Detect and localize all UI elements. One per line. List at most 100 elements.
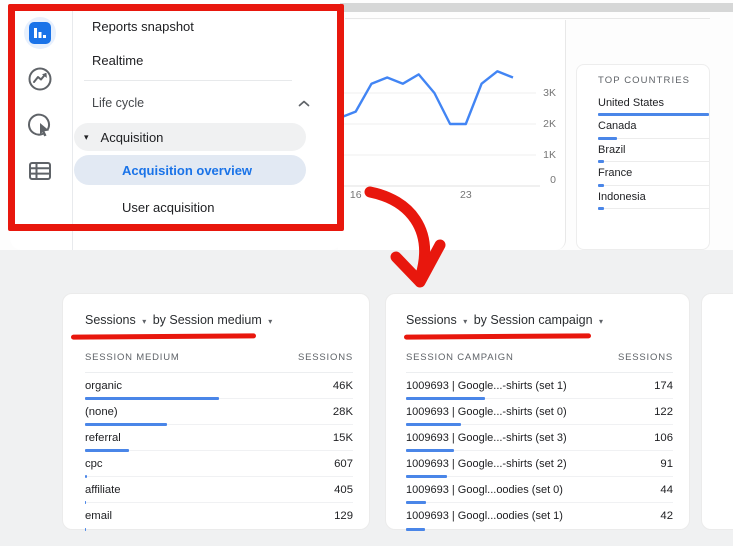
row-label: 1009693 | Googl...oodies (set 1) xyxy=(406,510,563,522)
campaign-dimension-label: by Session campaign xyxy=(474,313,593,327)
country-bar xyxy=(598,137,617,140)
row-bar xyxy=(406,423,461,426)
country-row: Canada xyxy=(598,118,707,141)
row-bar xyxy=(406,475,447,478)
row-label: 1009693 | Google...-shirts (set 0) xyxy=(406,406,567,418)
table-row: email 129 xyxy=(85,503,353,529)
row-label: referral xyxy=(85,432,121,444)
row-label: affiliate xyxy=(85,484,121,496)
country-row: Indonesia xyxy=(598,189,707,212)
country-name: France xyxy=(598,165,707,179)
campaign-card-selector[interactable]: Sessions ▾ by Session campaign ▾ xyxy=(406,313,606,327)
col-sessions: SESSIONS xyxy=(298,352,353,363)
y-tick-label: 0 xyxy=(528,174,556,186)
table-row: 1009693 | Google...-shirts (set 0) 122 xyxy=(406,399,673,425)
row-value: 28K xyxy=(333,406,353,418)
campaign-table-body: 1009693 | Google...-shirts (set 1) 174 1… xyxy=(406,373,673,529)
row-value: 106 xyxy=(654,432,673,444)
country-row: United States xyxy=(598,95,707,118)
sessions-by-medium-card: Sessions ▾ by Session medium ▾ SESSION M… xyxy=(62,293,370,530)
row-bar xyxy=(406,449,454,452)
medium-card-selector[interactable]: Sessions ▾ by Session medium ▾ xyxy=(85,313,275,327)
country-row: Brazil xyxy=(598,142,707,165)
table-row: organic 46K xyxy=(85,373,353,399)
table-row: 1009693 | Googl...oodies (set 0) 44 xyxy=(406,477,673,503)
red-underline-annotation xyxy=(404,333,591,339)
browser-top-strip xyxy=(340,3,733,12)
top-countries-list: United States Canada Brazil France Indon… xyxy=(598,95,707,212)
red-highlight-box xyxy=(8,4,344,231)
col-session-medium: SESSION MEDIUM xyxy=(85,352,180,363)
table-row: 1009693 | Google...-shirts (set 2) 91 xyxy=(406,451,673,477)
top-countries-card: TOP COUNTRIES United States Canada Brazi… xyxy=(576,64,710,250)
header-divider xyxy=(345,18,710,19)
country-bar xyxy=(598,113,709,116)
campaign-table-header: SESSION CAMPAIGN SESSIONS xyxy=(406,352,673,373)
col-sessions: SESSIONS xyxy=(618,352,673,363)
y-tick-label: 3K xyxy=(528,87,556,99)
medium-table: SESSION MEDIUM SESSIONS organic 46K (non… xyxy=(85,352,353,529)
red-arrow-annotation xyxy=(350,178,470,303)
top-countries-title: TOP COUNTRIES xyxy=(598,75,707,86)
partial-card xyxy=(701,293,733,530)
row-value: 174 xyxy=(654,380,673,392)
country-bar-track xyxy=(598,161,709,162)
medium-dimension-label: by Session medium xyxy=(153,313,262,327)
dropdown-caret-icon: ▾ xyxy=(142,317,146,326)
row-label: 1009693 | Googl...oodies (set 0) xyxy=(406,484,563,496)
row-label: organic xyxy=(85,380,122,392)
campaign-table: SESSION CAMPAIGN SESSIONS 1009693 | Goog… xyxy=(406,352,673,529)
y-tick-label: 2K xyxy=(528,118,556,130)
country-name: Canada xyxy=(598,118,707,132)
row-value: 129 xyxy=(334,510,353,522)
row-label: 1009693 | Google...-shirts (set 3) xyxy=(406,432,567,444)
row-label: 1009693 | Google...-shirts (set 2) xyxy=(406,458,567,470)
col-session-campaign: SESSION CAMPAIGN xyxy=(406,352,514,363)
row-bar xyxy=(85,423,167,426)
table-row: 1009693 | Google...-shirts (set 3) 106 xyxy=(406,425,673,451)
row-value: 42 xyxy=(660,510,673,522)
medium-metric-label: Sessions xyxy=(85,313,136,327)
row-value: 607 xyxy=(334,458,353,470)
row-bar xyxy=(406,397,485,400)
table-row: affiliate 405 xyxy=(85,477,353,503)
row-label: (none) xyxy=(85,406,118,418)
row-bar xyxy=(85,501,86,504)
dropdown-caret-icon: ▾ xyxy=(268,317,272,326)
medium-table-header: SESSION MEDIUM SESSIONS xyxy=(85,352,353,373)
y-tick-label: 1K xyxy=(528,149,556,161)
row-value: 91 xyxy=(660,458,673,470)
country-name: Indonesia xyxy=(598,189,707,203)
row-value: 122 xyxy=(654,406,673,418)
table-row: 1009693 | Google...-shirts (set 1) 174 xyxy=(406,373,673,399)
dropdown-caret-icon: ▾ xyxy=(599,317,603,326)
campaign-metric-label: Sessions xyxy=(406,313,457,327)
country-bar xyxy=(598,207,604,210)
table-row: cpc 607 xyxy=(85,451,353,477)
row-bar xyxy=(85,397,219,400)
medium-table-body: organic 46K (none) 28K referral 15K cpc … xyxy=(85,373,353,529)
country-bar xyxy=(598,184,604,187)
dropdown-caret-icon: ▾ xyxy=(463,317,467,326)
sessions-by-campaign-card: Sessions ▾ by Session campaign ▾ SESSION… xyxy=(385,293,690,530)
country-bar-track xyxy=(598,208,709,209)
country-bar-track xyxy=(598,185,709,186)
country-bar xyxy=(598,160,604,163)
table-row: (none) 28K xyxy=(85,399,353,425)
row-bar xyxy=(85,475,87,478)
row-label: email xyxy=(85,510,112,522)
row-value: 15K xyxy=(333,432,353,444)
row-bar xyxy=(406,501,426,504)
row-bar xyxy=(85,449,129,452)
row-label: 1009693 | Google...-shirts (set 1) xyxy=(406,380,567,392)
row-value: 44 xyxy=(660,484,673,496)
red-underline-annotation xyxy=(71,333,256,339)
country-name: Brazil xyxy=(598,142,707,156)
country-row: France xyxy=(598,165,707,188)
row-bar xyxy=(406,528,425,531)
table-row: 1009693 | Googl...oodies (set 1) 42 xyxy=(406,503,673,529)
country-name: United States xyxy=(598,95,707,109)
row-value: 46K xyxy=(333,380,353,392)
row-value: 405 xyxy=(334,484,353,496)
row-bar xyxy=(85,528,86,531)
